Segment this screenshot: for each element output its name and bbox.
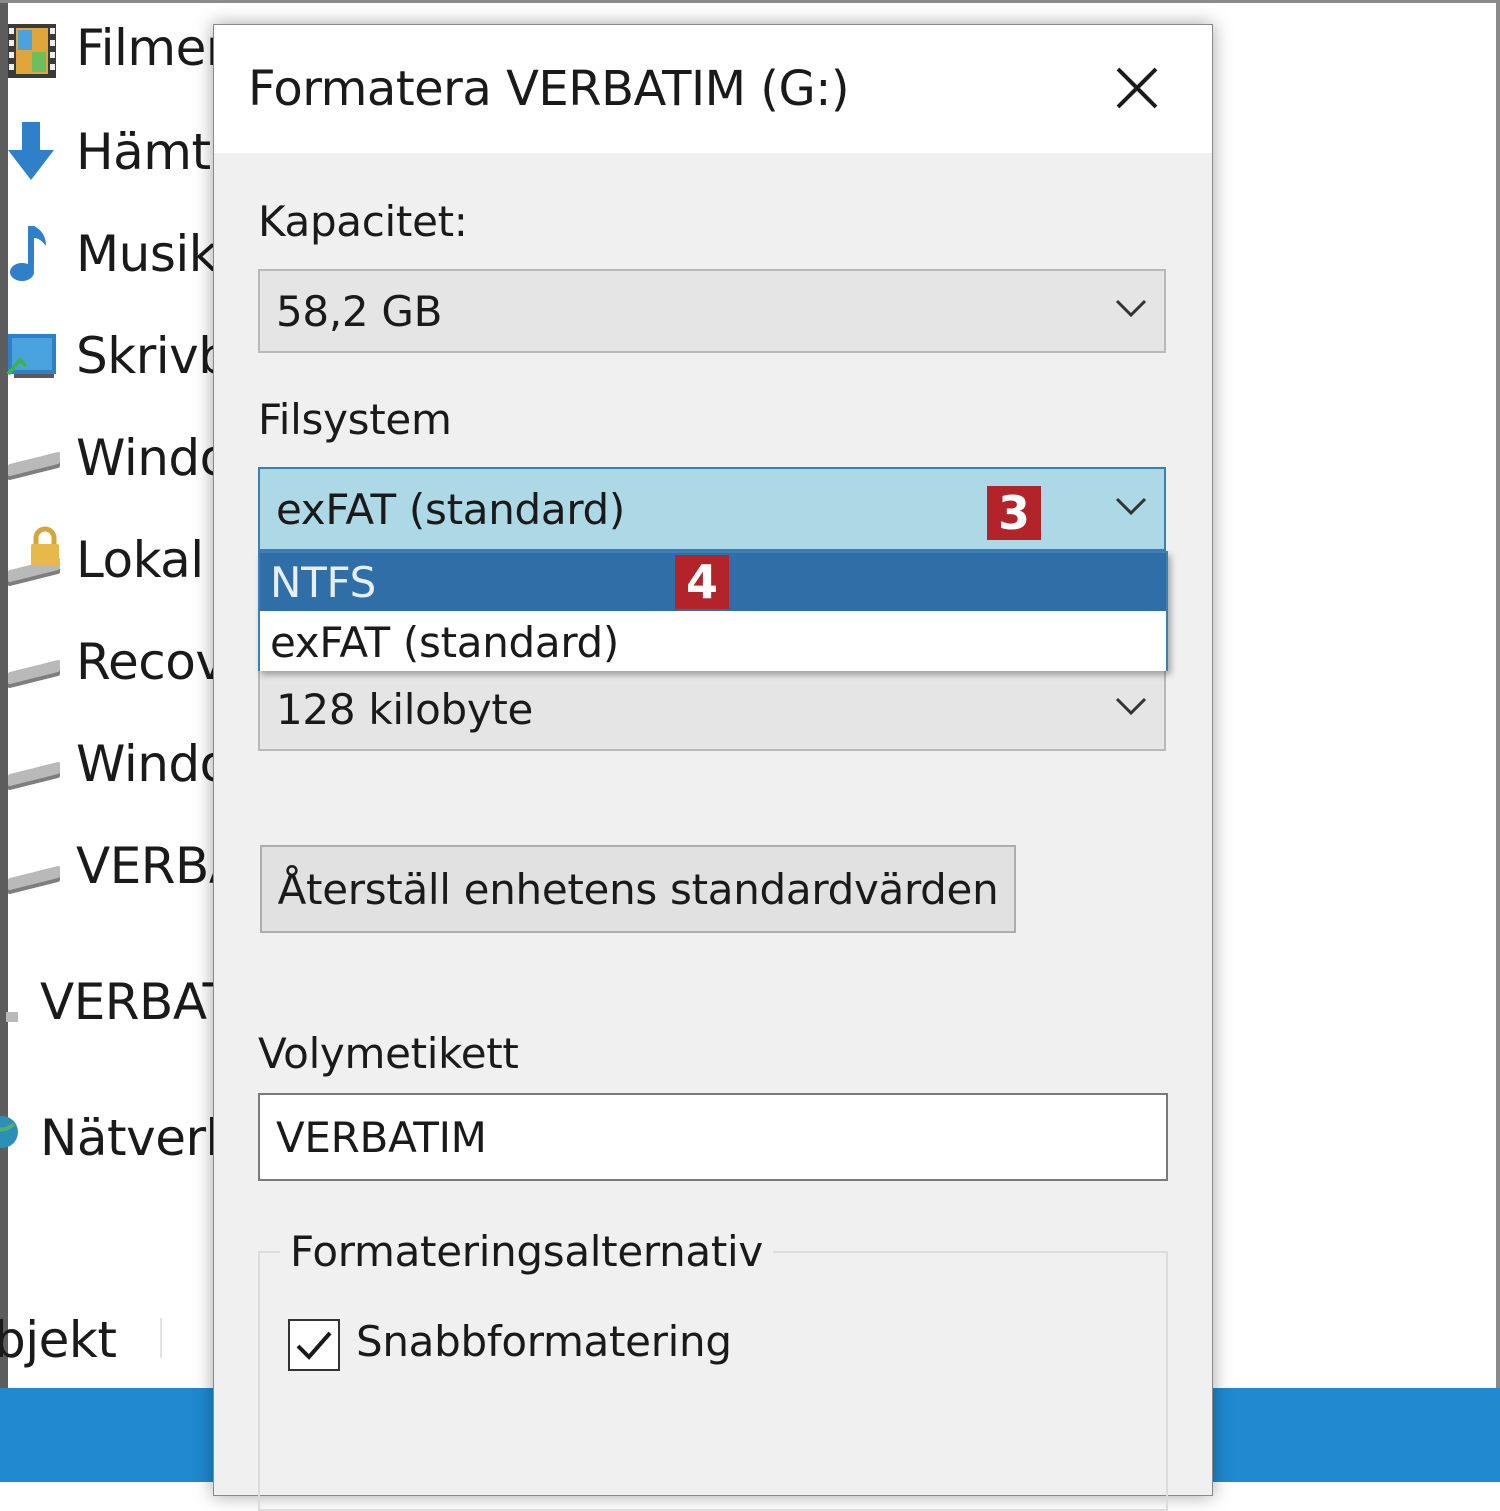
nav-item-recovery[interactable]: Recov [6,622,225,702]
format-options-legend: Formateringsalternativ [280,1227,773,1276]
step-badge-4: 4 [675,555,729,609]
option-label: NTFS [270,557,376,607]
dialog-titlebar: Formatera VERBATIM (G:) [214,25,1212,153]
close-icon [1116,67,1158,109]
nav-label: VERBAT [40,973,233,1031]
usb-drive-icon [6,1012,18,1022]
option-label: exFAT (standard) [270,617,620,667]
nav-label: Nätverk [40,1109,235,1167]
nav-item-verbatim-2[interactable]: VERBAT [6,962,233,1042]
nav-label: Filmer [76,19,226,77]
dialog-title: Formatera VERBATIM (G:) [248,61,850,117]
nav-item-lokal[interactable]: Lokal [6,520,204,600]
nav-item-windows-drive[interactable]: Windo [6,418,230,498]
nav-label: Lokal [76,531,204,589]
dropdown-option-exfat[interactable]: exFAT (standard) [260,613,1166,671]
desktop-icon [6,334,56,378]
film-icon [8,24,56,78]
nav-item-windows-drive-2[interactable]: Windo [6,724,230,804]
quick-format-label: Snabbformatering [356,1317,732,1366]
drive-icon [8,451,60,481]
allocation-value: 128 kilobyte [276,684,534,734]
drive-icon [8,761,60,791]
nav-item-natverk[interactable]: Nätverk [0,1098,235,1178]
chevron-down-icon [1115,697,1147,716]
usb-drive-icon [8,865,60,895]
nav-label: Windo [76,429,230,487]
step-badge-3: 3 [987,486,1041,540]
status-bar-divider [160,1318,162,1358]
network-globe-icon [0,1116,18,1148]
music-note-icon [10,226,46,281]
nav-item-musik[interactable]: Musik [6,214,218,294]
volume-label-input[interactable] [258,1093,1168,1181]
window-right-edge [1496,0,1500,1390]
nav-item-filmer[interactable]: Filmer [6,8,226,88]
filesystem-value: exFAT (standard) [276,484,626,534]
capacity-value: 58,2 GB [276,286,443,336]
download-arrow-icon [8,122,54,180]
status-text: bjekt [0,1311,117,1369]
drive-icon [8,659,60,689]
quick-format-checkbox[interactable] [288,1319,340,1371]
window-top-edge [0,0,1500,3]
allocation-unit-select[interactable]: 128 kilobyte [258,667,1166,751]
format-dialog: Formatera VERBATIM (G:) Kapacitet: 58,2 … [213,24,1213,1511]
restore-defaults-button[interactable]: Återställ enhetens standardvärden [260,845,1016,933]
capacity-label: Kapacitet: [258,197,468,246]
nav-label: Musik [76,225,218,283]
checkmark-icon [296,1331,332,1360]
nav-item-hamta[interactable]: Hämta [6,112,241,192]
chevron-down-icon [1115,299,1147,318]
format-options-group: Formateringsalternativ Snabbformatering [258,1227,1168,1511]
nav-label: Recov [76,633,225,691]
nav-item-verbatim[interactable]: VERBA [6,826,243,906]
volume-label-label: Volymetikett [258,1029,519,1078]
status-bar-item-count: bjekt [0,1300,117,1380]
chevron-down-icon [1115,497,1147,516]
padlock-icon [31,526,59,566]
nav-label: Windo [76,735,230,793]
capacity-select[interactable]: 58,2 GB [258,269,1166,353]
nav-label: Skrivb [76,327,230,385]
nav-item-skrivbord[interactable]: Skrivb [6,316,230,396]
close-button[interactable] [1098,53,1176,123]
filesystem-label: Filsystem [258,395,452,444]
